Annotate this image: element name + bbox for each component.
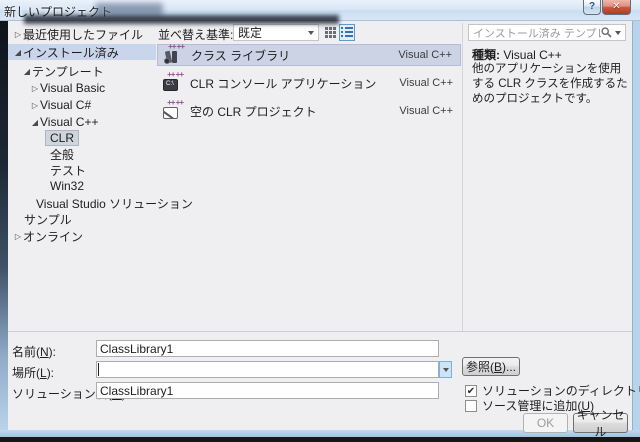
tree-item-online[interactable]: ▷ オンライン [8, 228, 156, 244]
tree-item-recent-files[interactable]: ▷ 最近使用したファイル [8, 26, 156, 42]
window-border-right [632, 21, 640, 430]
window-border-left [0, 21, 8, 430]
empty-clr-project-icon: ++ ++ [163, 102, 182, 120]
checkbox-checked-icon[interactable]: ✔ [465, 385, 477, 397]
chevron-down-icon [615, 31, 621, 35]
clr-console-app-icon: C:\ ++ ++ [163, 74, 182, 92]
tree-item-templates[interactable]: ◢ テンプレート [8, 63, 156, 79]
chevron-expanded-icon: ◢ [22, 67, 32, 76]
pane-divider [462, 23, 463, 331]
browse-button[interactable]: 参照(B)... [462, 357, 520, 376]
sort-by-dropdown[interactable]: 既定 [233, 24, 319, 41]
template-item-class-library[interactable]: ++ ++ クラス ライブラリ Visual C++ [157, 44, 461, 66]
template-description: 他のアプリケーションを使用する CLR クラスを作成するためのプロジェクトです。 [472, 62, 628, 107]
tree-item-general[interactable]: 全般 [8, 146, 156, 162]
tree-item-visual-cpp[interactable]: ◢ Visual C++ [8, 114, 156, 130]
search-input[interactable]: インストール済み テンプレート の検索 [468, 24, 626, 41]
chevron-down-icon [443, 368, 449, 372]
chevron-collapsed-icon: ▷ [13, 30, 23, 39]
grid-view-icon [325, 27, 336, 38]
solution-name-input[interactable] [96, 382, 439, 399]
chevron-expanded-icon: ◢ [13, 48, 23, 57]
search-icon [601, 27, 612, 38]
name-label: 名前(N): [12, 343, 56, 360]
class-library-icon: ++ ++ [164, 46, 183, 64]
name-input[interactable] [96, 340, 439, 357]
tree-item-samples[interactable]: サンプル [8, 211, 156, 227]
list-view-button[interactable] [339, 24, 355, 41]
help-button[interactable]: ? [583, 0, 601, 15]
tree-item-visual-csharp[interactable]: ▷ Visual C# [8, 97, 156, 113]
tree-item-clr[interactable]: CLR [8, 130, 156, 146]
tree-item-visual-basic[interactable]: ▷ Visual Basic [8, 80, 156, 96]
template-item-clr-console[interactable]: C:\ ++ ++ CLR コンソール アプリケーション Visual C++ [157, 72, 461, 94]
checkbox-unchecked-icon[interactable] [465, 400, 477, 412]
small-icons-view-button[interactable] [322, 24, 338, 41]
chevron-collapsed-icon: ▷ [13, 232, 23, 241]
type-value: Visual C++ [500, 48, 562, 62]
text-cursor [98, 363, 99, 376]
tree-item-vs-solutions[interactable]: Visual Studio ソリューション [8, 195, 156, 211]
close-button[interactable]: ✕ [602, 0, 631, 15]
ok-button[interactable]: OK [523, 413, 568, 433]
chevron-collapsed-icon: ▷ [30, 101, 40, 110]
template-item-empty-clr[interactable]: ++ ++ 空の CLR プロジェクト Visual C++ [157, 100, 461, 122]
location-input[interactable] [96, 361, 439, 378]
form-divider [8, 331, 632, 332]
chevron-collapsed-icon: ▷ [30, 84, 40, 93]
chevron-down-icon [308, 31, 314, 35]
type-label: 種類: [472, 48, 500, 62]
tree-item-installed[interactable]: ◢ インストール済み [8, 44, 156, 60]
location-label: 場所(L): [12, 364, 54, 381]
tree-item-win32[interactable]: Win32 [8, 178, 156, 194]
list-view-icon [341, 27, 353, 38]
chevron-expanded-icon: ◢ [30, 118, 40, 127]
tree-item-test[interactable]: テスト [8, 162, 156, 178]
location-dropdown-button[interactable] [439, 361, 452, 378]
template-type: 種類: Visual C++ [472, 46, 562, 63]
blurred-watermark [24, 15, 339, 24]
new-project-dialog: 新しいプロジェクト ? ✕ ▷ 最近使用したファイル ◢ インストール済み ◢ … [0, 0, 640, 442]
sort-by-label: 並べ替え基準: [158, 26, 233, 43]
cancel-button[interactable]: キャンセル [573, 413, 628, 433]
